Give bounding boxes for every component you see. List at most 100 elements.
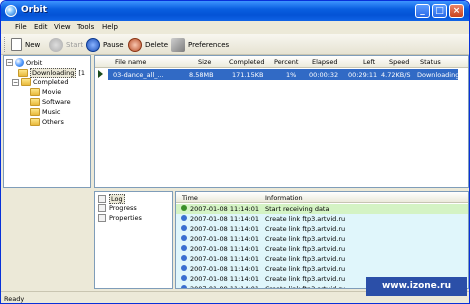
log-info: Create link ftp3.artvid.ru [265, 255, 346, 263]
table-row[interactable]: 03-dance_all_... 8.58MB 171.15KB 1% 00:0… [108, 69, 459, 80]
row-percent: 1% [286, 71, 297, 79]
log-row[interactable]: 2007-01-08 11:14:01 Create link ftp3.artv… [176, 264, 468, 274]
menu-help[interactable]: Help [102, 23, 118, 31]
start-icon [49, 37, 63, 52]
tree-root[interactable]: − Orbit [6, 58, 42, 67]
col-left[interactable]: Left [363, 58, 375, 66]
col-time[interactable]: Time [182, 194, 198, 202]
log-link-icon [181, 255, 187, 261]
log-link-icon [181, 245, 187, 251]
log-header: Time Information [176, 192, 468, 203]
log-time: 2007-01-08 11:14:01 [190, 205, 260, 213]
col-size[interactable]: Size [198, 58, 211, 66]
log-link-icon [181, 235, 187, 241]
log-time: 2007-01-08 11:14:01 [190, 285, 260, 289]
start-button[interactable]: Start [49, 37, 83, 52]
log-time: 2007-01-08 11:14:01 [190, 255, 260, 263]
col-status[interactable]: Status [420, 58, 441, 66]
preferences-button[interactable]: Preferences [171, 37, 229, 52]
progress-label: Progress [109, 204, 137, 212]
download-list-header: File name Size Completed Percent Elapsed… [95, 56, 468, 68]
col-completed[interactable]: Completed [229, 58, 264, 66]
software-label: Software [42, 98, 71, 106]
log-row[interactable]: 2007-01-08 11:14:01 Create link ftp3.artv… [176, 234, 468, 244]
tree-item-completed[interactable]: − Completed [12, 78, 68, 86]
view-log[interactable]: Log [98, 194, 125, 204]
log-time: 2007-01-08 11:14:01 [190, 225, 260, 233]
music-label: Music [42, 108, 61, 116]
col-information[interactable]: Information [265, 194, 303, 202]
log-link-icon [181, 265, 187, 271]
folder-icon [30, 108, 40, 116]
log-start-icon [181, 205, 187, 211]
menu-edit[interactable]: Edit [34, 23, 48, 31]
tree-item-others[interactable]: Others [30, 118, 64, 126]
download-list: File name Size Completed Percent Elapsed… [94, 55, 469, 188]
log-time: 2007-01-08 11:14:01 [190, 245, 260, 253]
completed-label: Completed [33, 78, 69, 86]
status-text: Ready [4, 295, 25, 303]
log-link-icon [181, 225, 187, 231]
tree-item-downloading[interactable]: Downloading [1 [18, 68, 85, 78]
log-info: Create link ftp3.artvid.ru [265, 245, 346, 253]
title-bar[interactable]: Orbit _ □ × [1, 1, 469, 21]
log-info: Create link ftp3.artvid.ru [265, 265, 346, 273]
log-icon [98, 195, 106, 203]
category-tree: − Orbit Downloading [1 − Completed Movie… [3, 55, 91, 188]
log-time: 2007-01-08 11:14:01 [190, 235, 260, 243]
log-row[interactable]: 2007-01-08 11:14:01 Start receiving data [176, 204, 468, 214]
close-button[interactable]: × [449, 4, 464, 18]
col-speed[interactable]: Speed [389, 58, 409, 66]
folder-icon [30, 118, 40, 126]
others-label: Others [42, 118, 64, 126]
new-button[interactable]: New [11, 37, 40, 52]
orbit-window: Orbit _ □ × File Edit View Tools Help Ne… [0, 0, 470, 304]
menu-file[interactable]: File [15, 23, 27, 31]
log-row[interactable]: 2007-01-08 11:14:01 Create link ftp3.artv… [176, 254, 468, 264]
log-time: 2007-01-08 11:14:01 [190, 265, 260, 273]
col-elapsed[interactable]: Elapsed [312, 58, 338, 66]
log-row[interactable]: 2007-01-08 11:14:01 Create link ftp3.artv… [176, 244, 468, 254]
log-info: Create link ftp3.artvid.ru [265, 225, 346, 233]
preferences-label: Preferences [188, 40, 230, 49]
downloading-arrow-icon [98, 70, 106, 78]
tree-item-movie[interactable]: Movie [30, 88, 61, 96]
collapse-icon[interactable]: − [12, 78, 19, 86]
movie-label: Movie [42, 88, 62, 96]
log-info: Start receiving data [265, 205, 330, 213]
pause-label: Pause [103, 40, 124, 49]
properties-label: Properties [109, 214, 142, 222]
delete-label: Delete [145, 40, 168, 49]
log-time: 2007-01-08 11:14:01 [190, 275, 260, 283]
orbit-tree-icon [15, 58, 24, 67]
log-info: Create link ftp3.artvid.ru [265, 215, 346, 223]
toolbar-grip[interactable] [4, 37, 7, 52]
col-percent[interactable]: Percent [274, 58, 298, 66]
row-left: 00:29:11 [348, 71, 378, 79]
properties-icon [98, 214, 106, 222]
new-label: New [25, 40, 41, 49]
watermark: www.izone.ru [366, 277, 467, 296]
tree-item-software[interactable]: Software [30, 98, 71, 106]
menu-bar: File Edit View Tools Help [1, 21, 469, 34]
minimize-button[interactable]: _ [415, 4, 430, 18]
tree-root-label: Orbit [26, 58, 43, 67]
folder-icon [30, 88, 40, 96]
menu-tools[interactable]: Tools [77, 23, 94, 31]
log-link-icon [181, 285, 187, 288]
collapse-icon[interactable]: − [6, 59, 13, 66]
window-title: Orbit [21, 5, 47, 15]
log-panel: Time Information 2007-01-08 11:14:01 Star… [175, 191, 469, 289]
view-progress[interactable]: Progress [98, 204, 137, 212]
tree-item-music[interactable]: Music [30, 108, 61, 116]
delete-button[interactable]: Delete [128, 37, 168, 52]
row-elapsed: 00:00:32 [309, 71, 339, 79]
maximize-button[interactable]: □ [432, 4, 447, 18]
log-row[interactable]: 2007-01-08 11:14:01 Create link ftp3.artv… [176, 214, 468, 224]
log-row[interactable]: 2007-01-08 11:14:01 Create link ftp3.artv… [176, 224, 468, 234]
pause-button[interactable]: Pause [86, 37, 124, 52]
col-file-name[interactable]: File name [115, 58, 146, 66]
menu-view[interactable]: View [54, 23, 71, 31]
folder-icon [30, 98, 40, 106]
view-properties[interactable]: Properties [98, 214, 142, 222]
